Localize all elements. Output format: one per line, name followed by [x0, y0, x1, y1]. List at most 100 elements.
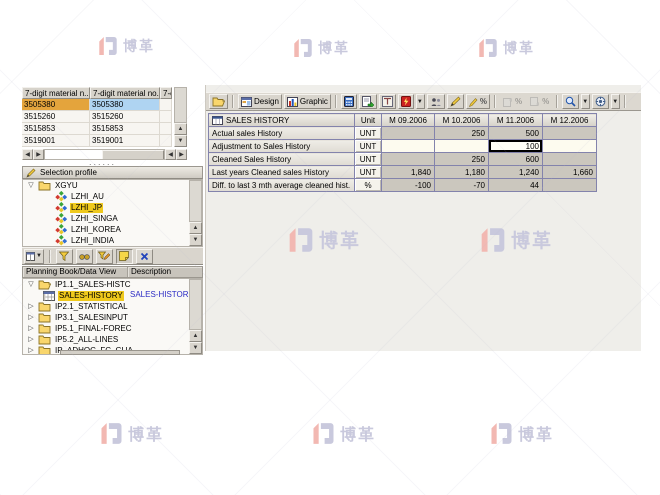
material-column-header[interactable]: 7-digit material no.: [90, 87, 160, 99]
material-cell[interactable]: [160, 123, 172, 135]
month-column-header[interactable]: M 09.2006: [382, 114, 435, 127]
close-x-icon[interactable]: [136, 249, 153, 264]
grid-cell[interactable]: 1,240: [489, 166, 543, 179]
tree-item[interactable]: LZHI_JP: [23, 202, 202, 213]
filter-icon[interactable]: [56, 249, 73, 264]
planning-horizontal-scrollbar[interactable]: [60, 350, 180, 355]
selection-vertical-scrollbar[interactable]: ▲ ▼: [189, 180, 202, 246]
planning-vertical-scrollbar[interactable]: ▲ ▼: [189, 279, 202, 354]
down-arrow-icon[interactable]: ▼: [189, 234, 202, 246]
tree-item-root[interactable]: ▽IP1.1_SALES-HISTC: [23, 279, 202, 290]
down-arrow-icon[interactable]: ▼: [174, 135, 187, 147]
flash-menu-caret[interactable]: ▼: [416, 94, 425, 109]
tree-item[interactable]: ▷IP5.1_FINAL-FOREC: [23, 323, 202, 334]
grid-row-label[interactable]: Adjustment to Sales History: [209, 140, 355, 153]
grid-cell[interactable]: 500: [489, 127, 543, 140]
material-cell[interactable]: 3515260: [90, 111, 160, 123]
grid-cell[interactable]: -70: [435, 179, 489, 192]
month-column-header[interactable]: M 11.2006: [489, 114, 543, 127]
tree-item[interactable]: ▷IP3.1_SALESINPUT: [23, 312, 202, 323]
tree-item[interactable]: ▷IP5.2_ALL-LINES: [23, 334, 202, 345]
grid-cell[interactable]: [543, 179, 597, 192]
expander-closed-icon[interactable]: ▷: [27, 347, 35, 355]
down-arrow-icon[interactable]: ▼: [189, 342, 202, 354]
grid-cell[interactable]: [543, 127, 597, 140]
zoom-icon[interactable]: [562, 94, 579, 109]
grid-row-label[interactable]: Actual sales History: [209, 127, 355, 140]
pencil-icon[interactable]: [447, 94, 464, 109]
material-cell[interactable]: [160, 99, 172, 111]
material-row[interactable]: 35152603515260: [22, 111, 172, 123]
design-button[interactable]: Design: [238, 94, 282, 109]
right-arrow-icon[interactable]: ▶: [176, 149, 187, 160]
material-cell[interactable]: 3505380: [90, 99, 160, 111]
binoculars-icon[interactable]: [76, 249, 93, 264]
settings-menu-caret[interactable]: ▼: [611, 94, 620, 109]
description-column-header[interactable]: Description: [128, 267, 202, 277]
material-row[interactable]: 35190013519001: [22, 135, 172, 147]
unit-column-header[interactable]: Unit: [355, 114, 382, 127]
grid-cell[interactable]: [543, 153, 597, 166]
planning-column-header[interactable]: Planning Book/Data View: [23, 267, 128, 277]
settings-icon[interactable]: [592, 94, 609, 109]
grid-cell[interactable]: [382, 127, 435, 140]
zoom-menu-caret[interactable]: ▼: [581, 94, 590, 109]
material-cell[interactable]: 3515260: [22, 111, 90, 123]
material-column-header[interactable]: 7-c: [160, 87, 172, 99]
tree-item[interactable]: LZHI_AU: [23, 191, 202, 202]
left-arrow-icon[interactable]: ◀: [165, 149, 176, 160]
sort-box-icon[interactable]: [379, 94, 396, 109]
grid-cell[interactable]: [543, 140, 597, 153]
grid-cell[interactable]: [382, 153, 435, 166]
material-vertical-scrollbar[interactable]: ▲ ▼: [174, 87, 187, 147]
material-cell[interactable]: [160, 135, 172, 147]
tree-item[interactable]: LZHI_SINGA: [23, 213, 202, 224]
expander-open-icon[interactable]: ▽: [27, 281, 35, 289]
pencil-percent-icon[interactable]: %: [466, 94, 490, 109]
expander-closed-icon[interactable]: ▷: [27, 336, 35, 344]
grid-cell[interactable]: 600: [489, 153, 543, 166]
material-cell[interactable]: 3519001: [90, 135, 160, 147]
grid-cell[interactable]: 44: [489, 179, 543, 192]
filter-edit-icon[interactable]: [96, 249, 113, 264]
left-arrow-icon[interactable]: ◀: [22, 149, 33, 160]
grid-cell[interactable]: 100: [489, 140, 543, 153]
grid-row-label[interactable]: Diff. to last 3 mth average cleaned hist…: [209, 179, 355, 192]
up-arrow-icon[interactable]: ▲: [174, 123, 187, 135]
material-cell[interactable]: 3519001: [22, 135, 90, 147]
material-cell[interactable]: 3515853: [22, 123, 90, 135]
grid-dropdown-icon[interactable]: ▼: [24, 249, 44, 264]
up-arrow-icon[interactable]: ▲: [189, 222, 202, 234]
grid-cell[interactable]: 250: [435, 153, 489, 166]
tree-item-root[interactable]: ▽XGYU: [23, 180, 202, 191]
right-arrow-icon[interactable]: ▶: [33, 149, 44, 160]
grid-cell[interactable]: -100: [382, 179, 435, 192]
panel-splitter-handle[interactable]: ......: [55, 158, 150, 166]
material-cell[interactable]: 3515853: [90, 123, 160, 135]
open-folder-icon[interactable]: [209, 94, 228, 109]
grid-cell[interactable]: 250: [435, 127, 489, 140]
grid-row-label[interactable]: Cleaned Sales History: [209, 153, 355, 166]
note-icon[interactable]: [116, 249, 133, 264]
grid-cell[interactable]: 1,840: [382, 166, 435, 179]
tree-item[interactable]: SALES-HISTORYSALES-HISTOR: [23, 290, 202, 301]
material-cell[interactable]: [160, 111, 172, 123]
scrollbar-track[interactable]: [189, 180, 202, 222]
tree-item[interactable]: LZHI_KOREA: [23, 224, 202, 235]
scrollbar-track[interactable]: [174, 87, 187, 123]
expander-open-icon[interactable]: ▽: [27, 182, 35, 190]
material-row[interactable]: 35158533515853: [22, 123, 172, 135]
expander-closed-icon[interactable]: ▷: [27, 325, 35, 333]
expander-closed-icon[interactable]: ▷: [27, 314, 35, 322]
up-arrow-icon[interactable]: ▲: [189, 330, 202, 342]
material-row[interactable]: 35053803505380: [22, 99, 172, 111]
material-cell[interactable]: 3505380: [22, 99, 90, 111]
grid-cell[interactable]: [435, 140, 489, 153]
calculator-icon[interactable]: [341, 94, 357, 109]
tree-item[interactable]: ▷IP2.1_STATISTICAL: [23, 301, 202, 312]
grid-cell[interactable]: [382, 140, 435, 153]
grid-title-cell[interactable]: SALES HISTORY: [209, 114, 355, 127]
people-icon[interactable]: [427, 94, 445, 109]
grid-row-label[interactable]: Last years Cleaned sales History: [209, 166, 355, 179]
tree-item[interactable]: LZHI_INDIA: [23, 235, 202, 246]
